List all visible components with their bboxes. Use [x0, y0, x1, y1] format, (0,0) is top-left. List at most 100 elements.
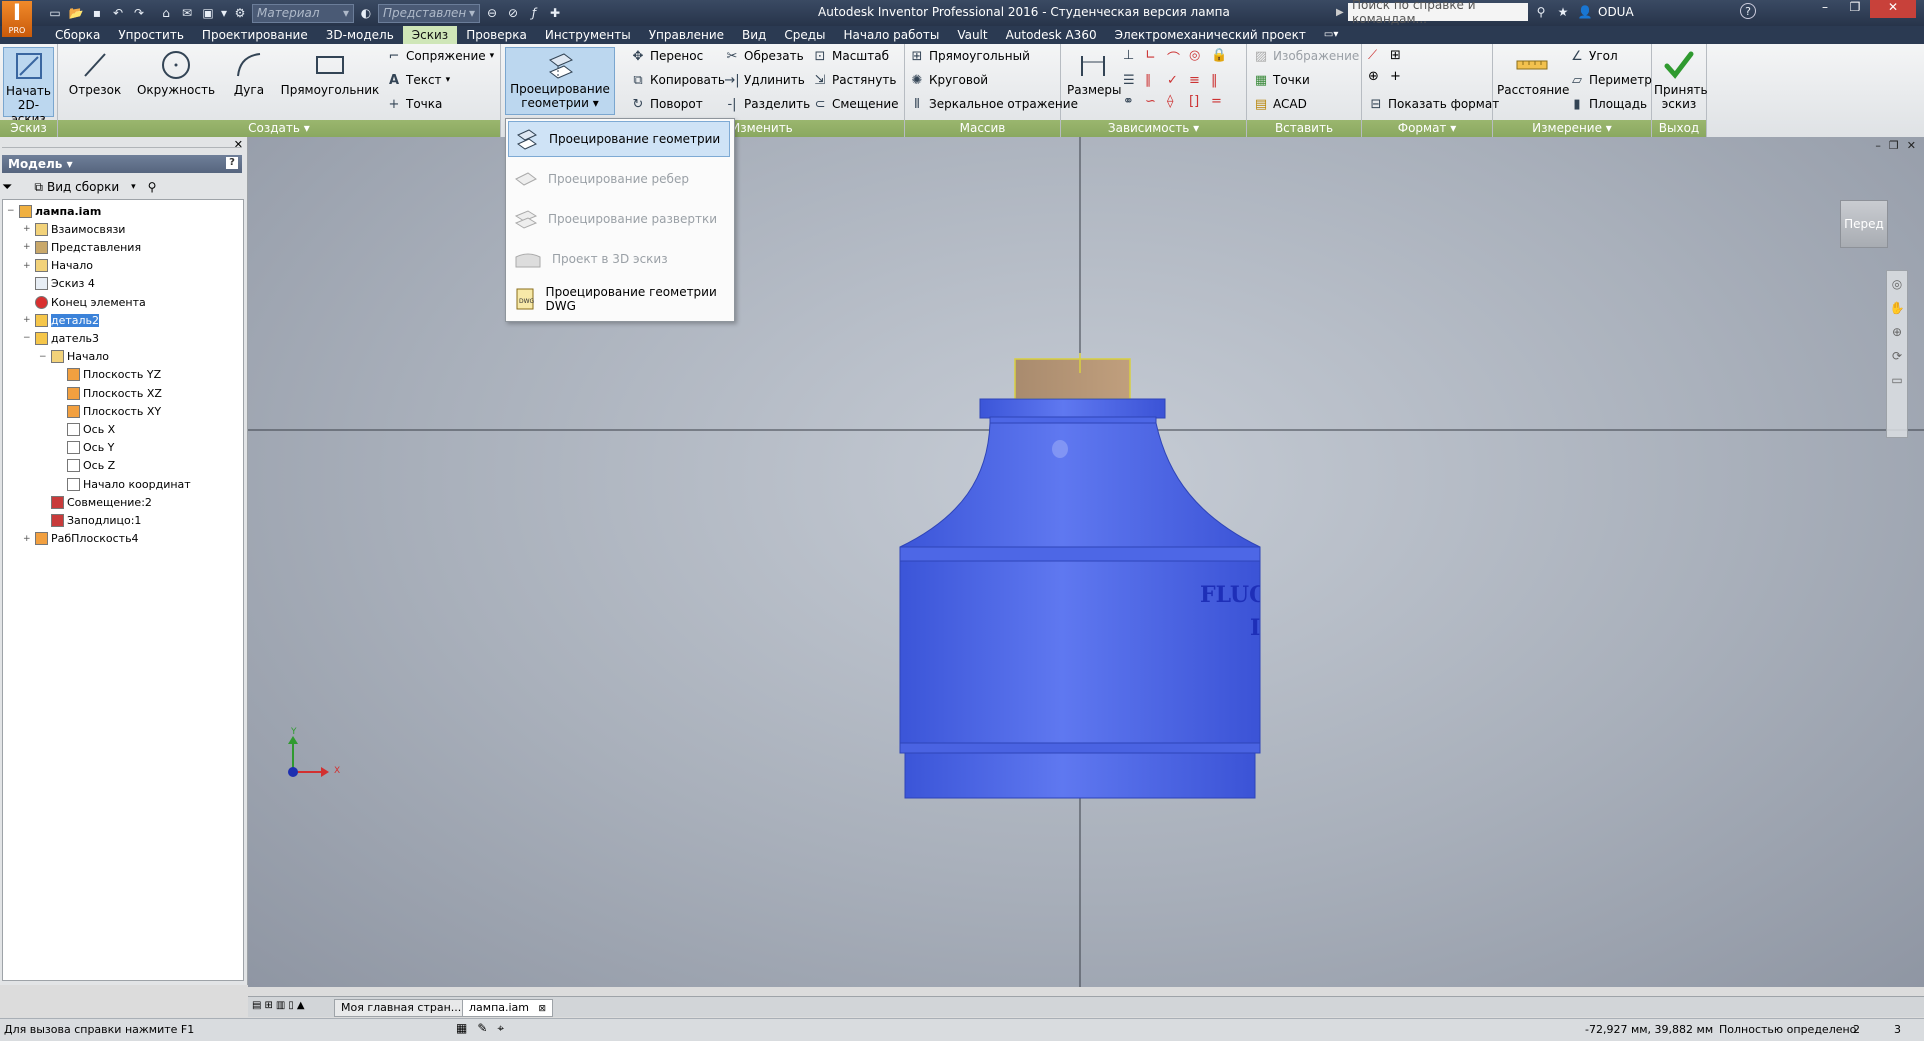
distance-button[interactable]: Расстояние [1497, 47, 1569, 97]
viewport-restore-icon[interactable]: ❐ [1889, 139, 1899, 152]
menu-project-flat-pattern[interactable]: Проецирование развертки [508, 201, 730, 237]
representation-select[interactable]: Представлен ▾ [378, 3, 480, 23]
tile-horizontal-icon[interactable]: ⊞ [264, 1000, 272, 1011]
offset-button[interactable]: ⊂ Смещение [812, 94, 899, 114]
tree-item[interactable]: − датель3 [23, 329, 99, 347]
tab-design[interactable]: Проектирование [193, 26, 317, 44]
material-select[interactable]: Материал ▾ [252, 3, 354, 23]
tree-item[interactable]: Совмещение:2 [39, 493, 152, 511]
format-panel-label[interactable]: Формат ▾ [1362, 120, 1492, 137]
user-icon[interactable]: 👤 [1576, 3, 1594, 21]
viewport-close-icon[interactable]: ✕ [1907, 139, 1916, 152]
help-search-input[interactable]: Поиск по справке и командам... [1348, 0, 1528, 26]
arc-button[interactable]: Дуга [224, 47, 274, 97]
cascade-icon[interactable]: ▤ [252, 1000, 261, 1011]
menu-project-dwg-geometry[interactable]: DWG Проецирование геометрии DWG [508, 281, 730, 317]
tree-item[interactable]: Эскиз 4 [23, 274, 95, 293]
browser-close-icon[interactable]: ✕ [234, 138, 243, 151]
doc-tab-home[interactable]: Моя главная стран... [334, 999, 469, 1017]
tree-item[interactable]: Заподлицо:1 [39, 511, 141, 529]
doc-tab-close-icon[interactable]: ⊠ [539, 1004, 547, 1014]
tab-list-icon[interactable]: ▲ [297, 1000, 305, 1011]
help-icon[interactable]: ? [1740, 3, 1756, 19]
menu-project-to-3d-sketch[interactable]: Проект в 3D эскиз [508, 241, 730, 277]
tab-simplify[interactable]: Упростить [109, 26, 193, 44]
appearance-icon[interactable]: ◐ [357, 4, 375, 22]
doc-tab-lamp[interactable]: лампа.iam ⊠ [462, 999, 554, 1017]
tab-sketch[interactable]: Эскиз [402, 26, 458, 44]
split-button[interactable]: -| Разделить [724, 94, 810, 114]
update-icon[interactable]: ✉ [178, 4, 196, 22]
extend-button[interactable]: →| Удлинить [724, 70, 804, 90]
fix-icon[interactable]: 🔒 [1211, 48, 1233, 67]
viewport-minimize-icon[interactable]: – [1875, 139, 1881, 152]
graphics-viewport[interactable]: FLUO I – ❐ ✕ Перед ◎ ✋ ⊕ ⟳ ▭ X Y [248, 137, 1924, 987]
arrange-icon[interactable]: ▯ [288, 1000, 294, 1011]
tab-inspect[interactable]: Проверка [457, 26, 536, 44]
angle-button[interactable]: ∠ Угол [1569, 46, 1617, 66]
coincident-icon[interactable]: ⊥ [1123, 48, 1145, 67]
look-at-icon[interactable]: ▭ [1891, 373, 1902, 387]
home-icon[interactable]: ⌂ [157, 4, 175, 22]
acad-button[interactable]: ▤ ACAD [1253, 94, 1307, 114]
perimeter-button[interactable]: ▱ Периметр [1569, 70, 1652, 90]
user-name[interactable]: ODUA [1598, 5, 1634, 19]
project-geometry-button[interactable]: Проецирование геометрии ▾ [505, 47, 615, 115]
tree-expander-icon[interactable]: + [23, 534, 32, 544]
tab-electromechanical[interactable]: Электромеханический проект [1106, 26, 1315, 44]
constraint-settings-icon[interactable]: [] [1189, 94, 1211, 109]
horizontal-icon[interactable]: ✓ [1167, 73, 1189, 88]
vertical-icon[interactable]: ‖ [1211, 73, 1233, 88]
steering-wheel-icon[interactable]: ◎ [1892, 277, 1902, 291]
tree-expander-icon[interactable]: − [7, 206, 16, 216]
driven-dimension-icon[interactable]: + [1390, 69, 1412, 84]
constrain-panel-label[interactable]: Зависимость ▾ [1061, 120, 1246, 137]
tree-expander-icon[interactable]: − [39, 352, 48, 362]
tree-expander-icon[interactable]: + [23, 261, 32, 271]
measure-panel-label[interactable]: Измерение ▾ [1493, 120, 1651, 137]
text-button[interactable]: A Текст ▾ [386, 70, 450, 90]
collinear-icon[interactable]: ☰ [1123, 73, 1145, 88]
tree-item[interactable]: + деталь2 [23, 311, 100, 329]
tangent-icon[interactable]: ⌒ [1167, 48, 1189, 67]
trim-button[interactable]: ✂ Обрезать [724, 46, 804, 66]
start-2d-sketch-button[interactable]: Начать 2D-эскиз [3, 47, 54, 126]
redo-icon[interactable]: ↷ [130, 4, 148, 22]
tab-vault[interactable]: Vault [948, 26, 996, 44]
tree-item[interactable]: + Представления [23, 238, 141, 256]
equal-icon[interactable]: ≡ [1189, 73, 1211, 88]
symmetric-icon[interactable]: ⟠ [1167, 94, 1189, 109]
stretch-button[interactable]: ⇲ Растянуть [812, 70, 897, 90]
open-icon[interactable]: 📂 [67, 4, 85, 22]
tab-tools[interactable]: Инструменты [536, 26, 640, 44]
points-button[interactable]: ▦ Точки [1253, 70, 1310, 90]
scale-button[interactable]: ⊡ Масштаб [812, 46, 889, 66]
tree-item[interactable]: − Начало [39, 348, 109, 366]
close-button[interactable]: ✕ [1870, 0, 1916, 18]
app-logo[interactable]: I PRO [2, 1, 32, 37]
tab-a360[interactable]: Autodesk A360 [997, 26, 1106, 44]
copy-button[interactable]: ⧉ Копировать [630, 70, 725, 90]
tab-get-started[interactable]: Начало работы [834, 26, 948, 44]
browser-help-icon[interactable]: ? [226, 157, 238, 169]
concentric-icon[interactable]: ◎ [1189, 48, 1211, 67]
center-line-icon[interactable]: ⊞ [1390, 48, 1412, 63]
perpendicular-icon[interactable]: ∟ [1145, 48, 1167, 67]
maximize-button[interactable]: ❐ [1840, 0, 1870, 18]
tree-item[interactable]: Ось X [55, 420, 115, 438]
mirror-button[interactable]: ⫴ Зеркальное отражение [909, 94, 1078, 114]
binoculars-icon[interactable]: ⚲ [1532, 3, 1550, 21]
select-icon[interactable]: ▣ [199, 4, 217, 22]
parameters-icon[interactable]: ƒ [525, 4, 543, 22]
create-panel-label[interactable]: Создать ▾ [58, 120, 500, 137]
tree-item[interactable]: Ось Y [55, 439, 114, 457]
line-button[interactable]: Отрезок [66, 47, 124, 97]
tree-expander-icon[interactable]: + [23, 315, 32, 325]
dimension-button[interactable]: Размеры [1067, 47, 1122, 97]
tree-item[interactable]: Плоскость XY [55, 402, 161, 420]
undo-icon[interactable]: ↶ [109, 4, 127, 22]
tree-item[interactable]: Ось Z [55, 457, 115, 475]
circle-button[interactable]: Окружность [136, 47, 216, 97]
circ-pattern-button[interactable]: ✺ Круговой [909, 70, 989, 90]
tree-item[interactable]: + Начало [23, 257, 93, 275]
